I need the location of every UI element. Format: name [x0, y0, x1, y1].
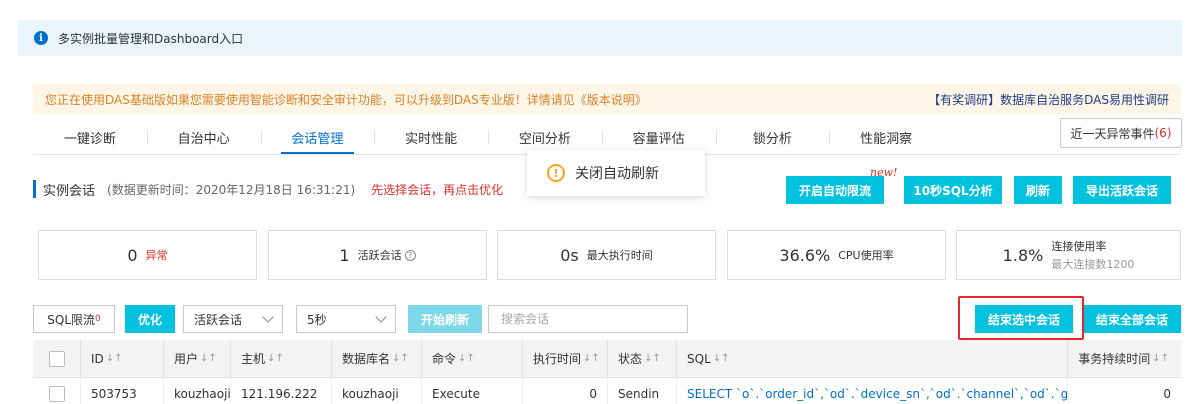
stat-abnormal-value: 0: [127, 245, 138, 265]
tab-space[interactable]: 空间分析: [488, 120, 602, 154]
sort-icon: ↓↑: [267, 353, 284, 364]
stat-max-exec: 0s 最大执行时间: [497, 230, 716, 280]
column-header-time[interactable]: 执行时间 ↓↑: [523, 340, 608, 377]
start-refresh-button[interactable]: 开始刷新: [408, 305, 482, 333]
chevron-down-icon: [262, 311, 274, 323]
export-sessions-button[interactable]: 导出活跃会话: [1073, 176, 1171, 204]
table-header: ID ↓↑ 用户 ↓↑ 主机 ↓↑ 数据库名 ↓↑ 命令 ↓↑ 执行时间 ↓↑ 状态 ↓↑ S…: [33, 340, 1181, 378]
cell-command: Execute: [422, 378, 523, 404]
info-icon: i: [34, 31, 48, 45]
column-header-sql[interactable]: SQL ↓↑: [677, 340, 1068, 377]
cell-sql[interactable]: SELECT `o`.`order_id`,`od`.`device_sn`,`…: [677, 378, 1068, 404]
survey-link[interactable]: 【有奖调研】数据库自治服务DAS易用性调研: [928, 91, 1169, 108]
tooltip-text: 关闭自动刷新: [575, 166, 659, 182]
sort-icon: ↓↑: [458, 353, 475, 364]
cell-duration: 0: [1163, 387, 1171, 401]
sort-icon: ↓↑: [1152, 353, 1169, 364]
tab-autonomy[interactable]: 自治中心: [146, 120, 261, 154]
tab-bar: 一键诊断 自治中心 会话管理 实时性能 空间分析 容量评估 锁分析 性能洞察: [33, 120, 943, 154]
select-all-cell: [33, 340, 81, 377]
optimize-button[interactable]: 优化: [125, 305, 175, 333]
stat-cpu-label: CPU使用率: [838, 249, 894, 262]
sort-icon: ↓↑: [200, 353, 217, 364]
interval-value: 5秒: [307, 312, 327, 327]
anomaly-label: 近一天异常事件: [1070, 126, 1155, 141]
session-filter-value: 活跃会话: [194, 312, 243, 327]
info-bar[interactable]: i 多实例批量管理和Dashboard入口: [18, 20, 1182, 56]
stat-max-exec-value: 0s: [560, 245, 579, 265]
tab-diagnosis[interactable]: 一键诊断: [33, 120, 147, 154]
end-all-button[interactable]: 结束全部会话: [1083, 305, 1181, 333]
anomaly-count: (6): [1154, 126, 1172, 140]
tab-sessions[interactable]: 会话管理: [260, 120, 375, 154]
column-header-duration[interactable]: 事务持续时间 ↓↑: [1068, 340, 1181, 377]
cell-db: kouzhaoji: [332, 378, 422, 404]
section-title: 实例会话: [43, 183, 96, 199]
search-input[interactable]: [488, 305, 688, 333]
stat-cpu-value: 36.6%: [779, 245, 831, 265]
chevron-down-icon: [375, 311, 387, 323]
sql-analysis-button[interactable]: 10秒SQL分析: [904, 176, 1002, 204]
update-time: (数据更新时间：2020年12月18日 16:31:21): [107, 182, 356, 197]
row-checkbox[interactable]: [48, 386, 65, 402]
highlight-box: [958, 296, 1084, 340]
info-link[interactable]: 多实例批量管理和Dashboard入口: [58, 30, 243, 47]
session-filter-select[interactable]: 活跃会话: [183, 305, 283, 333]
refresh-button[interactable]: 刷新: [1014, 176, 1062, 204]
tab-insight[interactable]: 性能洞察: [829, 120, 943, 154]
tab-locks[interactable]: 锁分析: [715, 120, 830, 154]
column-header-state[interactable]: 状态 ↓↑: [608, 340, 677, 377]
sort-icon: ↓↑: [712, 353, 730, 364]
sort-icon: ↓↑: [583, 353, 600, 364]
anomaly-events-button[interactable]: 近一天异常事件 (6): [1060, 118, 1182, 148]
stat-conn: 1.8% 连接使用率 最大连接数1200: [956, 230, 1181, 280]
cell-user: kouzhaoji: [164, 378, 231, 404]
notice-bar: 您正在使用DAS基础版如果您需要使用智能诊断和安全审计功能，可以升级到DAS专业…: [33, 84, 1181, 114]
cell-state: Sendin: [608, 378, 677, 404]
sql-limit-label: SQL限流: [47, 312, 95, 327]
stat-cpu: 36.6% CPU使用率: [727, 230, 946, 280]
cell-host: 121.196.222: [231, 378, 332, 404]
column-header-id[interactable]: ID ↓↑: [81, 340, 164, 377]
auto-refresh-tooltip: ! 关闭自动刷新: [527, 150, 705, 196]
sessions-table: ID ↓↑ 用户 ↓↑ 主机 ↓↑ 数据库名 ↓↑ 命令 ↓↑ 执行时间 ↓↑ 状态 ↓↑ S…: [33, 340, 1181, 404]
sort-icon: ↓↑: [392, 353, 409, 364]
notice-upgrade-text[interactable]: 您正在使用DAS基础版如果您需要使用智能诊断和安全审计功能，可以升级到DAS专业…: [45, 91, 647, 108]
sql-limit-button[interactable]: SQL限流 0: [33, 305, 115, 333]
stat-abnormal: 0 异常: [38, 230, 257, 280]
stat-active-label: 活跃会话: [357, 249, 402, 262]
stat-max-exec-label: 最大执行时间: [586, 249, 653, 262]
optimize-hint: 先选择会话，再点击优化: [371, 182, 504, 197]
section-header: 实例会话 (数据更新时间：2020年12月18日 16:31:21) 先选择会话…: [33, 180, 504, 199]
stat-active-value: 1: [339, 245, 350, 265]
tab-realtime[interactable]: 实时性能: [374, 120, 488, 154]
stat-conn-sub: 最大连接数1200: [1051, 258, 1135, 271]
warning-icon: !: [547, 164, 565, 182]
stat-conn-value: 1.8%: [1002, 245, 1044, 265]
sql-limit-count: 0: [95, 314, 101, 324]
help-icon[interactable]: ?: [404, 249, 416, 261]
column-header-host[interactable]: 主机 ↓↑: [231, 340, 332, 377]
stat-conn-label: 连接使用率: [1051, 240, 1107, 253]
stat-abnormal-label: 异常: [145, 249, 168, 262]
cell-time: 0: [523, 378, 608, 404]
column-header-db[interactable]: 数据库名 ↓↑: [332, 340, 422, 377]
row-checkbox-cell: [33, 378, 81, 404]
select-all-checkbox[interactable]: [48, 350, 65, 367]
sort-icon: ↓↑: [105, 353, 123, 364]
interval-select[interactable]: 5秒: [296, 305, 396, 333]
stat-active: 1 活跃会话 ?: [268, 230, 487, 280]
column-header-command[interactable]: 命令 ↓↑: [422, 340, 523, 377]
column-header-user[interactable]: 用户 ↓↑: [164, 340, 231, 377]
auto-limit-button[interactable]: 开启自动限流: [786, 176, 884, 204]
sort-icon: ↓↑: [644, 353, 661, 364]
table-row[interactable]: 503753 kouzhaoji 121.196.222 kouzhaoji E…: [33, 378, 1181, 404]
cell-id: 503753: [81, 378, 164, 404]
tab-capacity[interactable]: 容量评估: [601, 120, 716, 154]
